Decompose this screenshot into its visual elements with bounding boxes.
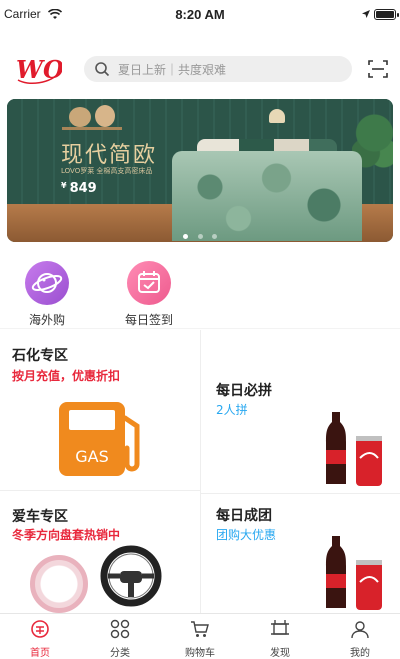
- location-arrow-icon: [362, 10, 370, 18]
- promo-daily-subtitle: 2人拼: [216, 403, 248, 417]
- banner-pagination: [7, 224, 393, 242]
- section-divider: [0, 328, 400, 329]
- banner-subtitle: LOVO罗莱 全棉高支高密床品: [61, 167, 153, 175]
- cola-product-image[interactable]: [318, 532, 388, 612]
- tab-discover[interactable]: 发现: [240, 614, 320, 659]
- calendar-check-icon: [127, 261, 171, 305]
- quick-link-label: 海外购: [28, 313, 65, 327]
- tab-category[interactable]: 分类: [80, 614, 160, 659]
- status-bar: Carrier 8:20 AM: [0, 0, 400, 30]
- promo-petro-title[interactable]: 石化专区: [12, 345, 68, 365]
- tab-cart[interactable]: 购物车: [160, 614, 240, 659]
- promo-team-title[interactable]: 每日成团: [216, 505, 272, 525]
- promo-daily-title[interactable]: 每日必拼: [216, 380, 272, 400]
- cart-icon: [191, 621, 209, 637]
- user-icon: [351, 621, 369, 639]
- search-input[interactable]: 夏日上新｜共度艰难: [84, 56, 352, 82]
- grid-divider: [0, 490, 200, 491]
- grid-divider: [200, 493, 400, 494]
- banner-lamp: [269, 109, 285, 123]
- logo-text: WO: [16, 55, 62, 84]
- tab-label: 首页: [30, 648, 50, 659]
- tab-label: 我的: [350, 648, 370, 659]
- tab-label: 分类: [110, 648, 130, 659]
- search-icon: [95, 62, 110, 77]
- promo-team-subtitle: 团购大优惠: [216, 528, 277, 542]
- quick-link-checkin[interactable]: 每日签到: [119, 261, 179, 328]
- promo-car-subtitle: 冬季方向盘套热销中: [12, 528, 121, 542]
- banner-dot[interactable]: [183, 234, 189, 239]
- banner-dot[interactable]: [211, 234, 217, 239]
- promo-car-title[interactable]: 爱车专区: [12, 506, 68, 526]
- banner-currency: ¥: [61, 181, 67, 190]
- promo-petro-subtitle: 按月充值，优惠折扣: [12, 369, 121, 383]
- promo-banner[interactable]: 现代简欧 LOVO罗莱 全棉高支高密床品 ¥849: [7, 99, 393, 242]
- tab-profile[interactable]: 我的: [320, 614, 400, 659]
- scan-icon[interactable]: [368, 59, 388, 79]
- battery-icon: [374, 9, 399, 20]
- banner-shelf: [62, 127, 122, 130]
- search-placeholder: 夏日上新｜共度艰难: [118, 63, 227, 77]
- tab-label: 发现: [270, 648, 290, 659]
- steering-wheel-image[interactable]: [100, 545, 162, 607]
- steering-cover-image[interactable]: [30, 555, 88, 613]
- banner-vase: [95, 105, 115, 127]
- gas-pump-icon[interactable]: GAS: [55, 398, 145, 478]
- bottom-tab-bar: 首页 分类 购物车 发现 我的: [0, 613, 400, 659]
- cola-product-image[interactable]: [318, 408, 388, 488]
- grid-divider: [200, 330, 201, 613]
- quick-link-label: 每日签到: [124, 313, 173, 327]
- banner-price: ¥849: [61, 181, 97, 196]
- tab-label: 购物车: [185, 648, 215, 659]
- banner-price-value: 849: [69, 181, 97, 196]
- gas-label: GAS: [75, 447, 109, 466]
- discover-icon: [271, 620, 289, 635]
- planet-icon: [25, 261, 69, 305]
- banner-dot[interactable]: [197, 234, 203, 239]
- banner-vase: [69, 107, 91, 127]
- wo-logo[interactable]: WO: [14, 52, 62, 86]
- quick-link-overseas[interactable]: 海外购: [17, 261, 77, 328]
- banner-title: 现代简欧: [61, 143, 158, 168]
- category-icon: [110, 619, 130, 639]
- tab-home[interactable]: 首页: [0, 614, 80, 659]
- clock: 8:20 AM: [175, 7, 225, 22]
- home-icon: [31, 620, 49, 638]
